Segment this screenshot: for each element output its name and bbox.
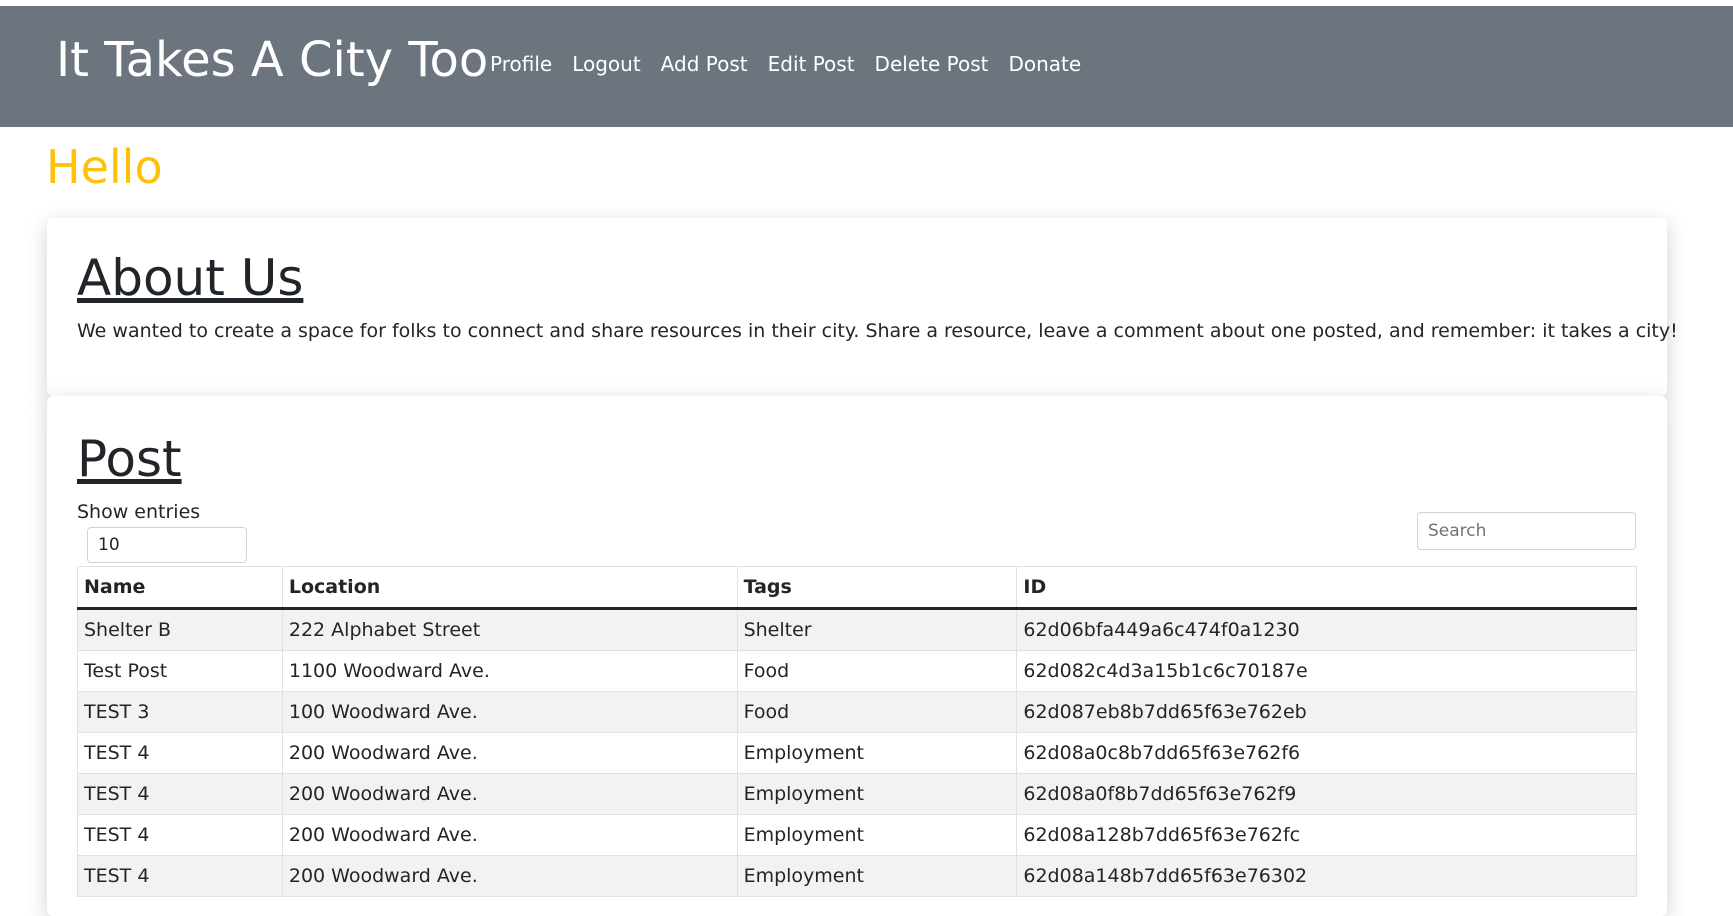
cell-id: 62d08a148b7dd65f63e76302 [1017, 856, 1637, 897]
cell-location: 222 Alphabet Street [282, 609, 737, 651]
column-header-tags[interactable]: Tags [737, 567, 1017, 609]
post-title: Post [77, 429, 182, 489]
cell-name: TEST 4 [78, 856, 283, 897]
nav-delete-post-link[interactable]: Delete Post [875, 52, 989, 76]
cell-tags: Food [737, 651, 1017, 692]
table-row[interactable]: TEST 4200 Woodward Ave.Employment62d08a0… [78, 733, 1637, 774]
table-row[interactable]: TEST 4200 Woodward Ave.Employment62d08a0… [78, 774, 1637, 815]
table-row[interactable]: TEST 4200 Woodward Ave.Employment62d08a1… [78, 815, 1637, 856]
nav-logout-link[interactable]: Logout [572, 52, 640, 76]
brand-title[interactable]: It Takes A City Too [56, 32, 488, 90]
cell-tags: Employment [737, 815, 1017, 856]
cell-id: 62d08a128b7dd65f63e762fc [1017, 815, 1637, 856]
cell-id: 62d087eb8b7dd65f63e762eb [1017, 692, 1637, 733]
post-card: Post Show entries Name Location Tags ID … [47, 396, 1667, 916]
cell-location: 200 Woodward Ave. [282, 774, 737, 815]
column-header-name[interactable]: Name [78, 567, 283, 609]
column-header-location[interactable]: Location [282, 567, 737, 609]
cell-location: 100 Woodward Ave. [282, 692, 737, 733]
cell-id: 62d082c4d3a15b1c6c70187e [1017, 651, 1637, 692]
cell-tags: Employment [737, 774, 1017, 815]
cell-name: Shelter B [78, 609, 283, 651]
cell-id: 62d08a0c8b7dd65f63e762f6 [1017, 733, 1637, 774]
table-body: Shelter B222 Alphabet StreetShelter62d06… [78, 609, 1637, 897]
cell-name: Test Post [78, 651, 283, 692]
cell-location: 200 Woodward Ave. [282, 733, 737, 774]
table-row[interactable]: TEST 4200 Woodward Ave.Employment62d08a1… [78, 856, 1637, 897]
about-text: We wanted to create a space for folks to… [77, 320, 1678, 342]
column-header-id[interactable]: ID [1017, 567, 1637, 609]
cell-name: TEST 3 [78, 692, 283, 733]
table-row[interactable]: TEST 3100 Woodward Ave.Food62d087eb8b7dd… [78, 692, 1637, 733]
about-title: About Us [77, 248, 303, 308]
search-input[interactable] [1417, 512, 1636, 550]
cell-id: 62d06bfa449a6c474f0a1230 [1017, 609, 1637, 651]
nav-add-post-link[interactable]: Add Post [661, 52, 748, 76]
cell-tags: Employment [737, 733, 1017, 774]
cell-tags: Food [737, 692, 1017, 733]
cell-name: TEST 4 [78, 733, 283, 774]
table-header-row: Name Location Tags ID [78, 567, 1637, 609]
nav-profile-link[interactable]: Profile [490, 52, 552, 76]
nav-links: Profile Logout Add Post Edit Post Delete… [490, 52, 1101, 76]
navbar: It Takes A City Too Profile Logout Add P… [0, 6, 1733, 127]
cell-tags: Shelter [737, 609, 1017, 651]
table-row[interactable]: Test Post1100 Woodward Ave.Food62d082c4d… [78, 651, 1637, 692]
cell-location: 200 Woodward Ave. [282, 815, 737, 856]
cell-location: 200 Woodward Ave. [282, 856, 737, 897]
posts-table: Name Location Tags ID Shelter B222 Alpha… [77, 566, 1637, 897]
table-row[interactable]: Shelter B222 Alphabet StreetShelter62d06… [78, 609, 1637, 651]
cell-name: TEST 4 [78, 774, 283, 815]
cell-location: 1100 Woodward Ave. [282, 651, 737, 692]
entries-select[interactable] [87, 527, 247, 563]
cell-name: TEST 4 [78, 815, 283, 856]
nav-donate-link[interactable]: Donate [1008, 52, 1081, 76]
nav-edit-post-link[interactable]: Edit Post [768, 52, 855, 76]
about-card: About Us We wanted to create a space for… [47, 218, 1667, 396]
greeting-heading: Hello [46, 140, 163, 195]
show-entries-label: Show entries [77, 501, 200, 523]
cell-tags: Employment [737, 856, 1017, 897]
cell-id: 62d08a0f8b7dd65f63e762f9 [1017, 774, 1637, 815]
